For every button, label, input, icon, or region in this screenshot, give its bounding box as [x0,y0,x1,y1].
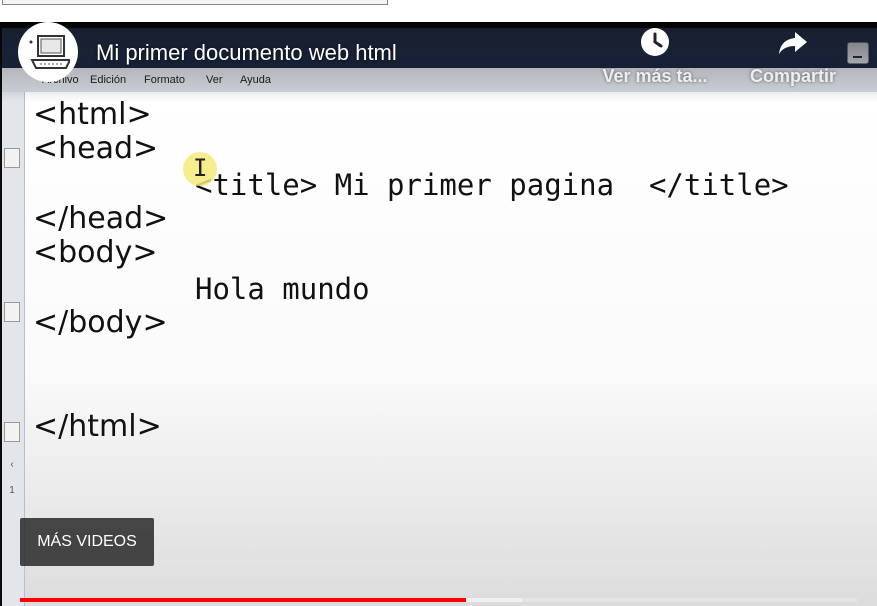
gutter-marker [4,422,20,442]
menu-edicion: Edición [90,74,127,86]
code-line: <title> Mi primer pagina </title> [195,168,789,202]
line-number-icon: 1 [9,485,15,496]
video-title[interactable]: Mi primer documento web html [96,40,397,66]
share-arrow-icon [779,32,807,54]
video-area[interactable]: tit Archivo Edición Formato Ver Ayuda ‹ … [0,22,877,606]
channel-avatar[interactable] [18,22,78,82]
gutter-marker [4,302,20,322]
share-label: Compartir [749,66,836,86]
chevron-left-icon: ‹ [10,459,14,470]
clock-icon [641,28,669,56]
gutter-marker [4,148,20,168]
browser-tab-bar [2,0,388,5]
code-line: <head> [33,131,159,166]
progress-played [20,598,467,602]
code-line: </head> [33,201,169,236]
video-player-frame: tit Archivo Edición Formato Ver Ayuda ‹ … [0,0,877,606]
browser-top-strip [0,0,877,22]
watch-later-button[interactable]: Ver más ta... [590,26,720,87]
laptop-icon [29,35,70,69]
ibeam-cursor-icon: I [193,154,208,182]
code-line: </body> [33,305,168,340]
code-line: <body> [33,235,158,270]
menu-ver: Ver [206,74,223,86]
code-line: </html> [33,409,162,444]
menu-ayuda: Ayuda [240,74,271,86]
progress-bar[interactable] [20,598,857,602]
code-line: <html> [33,97,152,132]
share-button[interactable]: Compartir [728,26,858,87]
more-videos-button[interactable]: MÁS VIDEOS [20,518,154,566]
menu-formato: Formato [144,74,185,86]
code-line: Hola mundo [195,272,370,306]
watch-later-label: Ver más ta... [602,66,708,86]
